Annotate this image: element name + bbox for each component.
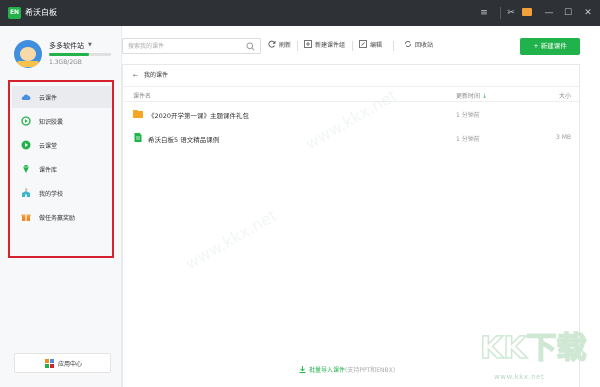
storage-text: 1.3GB/2GB bbox=[49, 59, 82, 66]
message-icon[interactable] bbox=[522, 8, 532, 16]
folder-icon bbox=[133, 110, 143, 118]
edit-label: 编辑 bbox=[370, 42, 383, 49]
username[interactable]: 多多软件站 bbox=[49, 41, 84, 51]
play-circle-icon bbox=[21, 140, 31, 150]
batch-import-label: 批量导入课件 bbox=[309, 367, 346, 374]
capsule-icon bbox=[21, 116, 31, 126]
app-title: 希沃白板 bbox=[25, 8, 57, 17]
column-header-time-label: 更新时间 bbox=[456, 93, 481, 100]
back-arrow-icon[interactable]: ← bbox=[133, 72, 138, 79]
document-icon bbox=[134, 133, 142, 142]
new-group-label: 新建课件组 bbox=[315, 42, 346, 49]
storage-bar-fill bbox=[49, 53, 90, 56]
maximize-icon[interactable]: ☐ bbox=[560, 5, 576, 21]
new-group-icon bbox=[304, 40, 312, 48]
watermark-logo-text: KK下载 bbox=[480, 331, 587, 366]
sidebar-item-label: 知识胶囊 bbox=[39, 119, 64, 126]
storage-bar bbox=[49, 53, 111, 56]
search-box[interactable] bbox=[122, 38, 261, 54]
sidebar-item-my-school[interactable]: 我的学校 bbox=[12, 182, 112, 204]
refresh-label: 刷新 bbox=[279, 42, 292, 49]
titlebar-divider bbox=[500, 7, 501, 19]
breadcrumb-label[interactable]: 我的课件 bbox=[144, 72, 168, 79]
gift-icon bbox=[21, 214, 31, 221]
sidebar-item-cloud-courseware[interactable]: 云课件 bbox=[12, 86, 112, 108]
column-header-time[interactable]: 更新时间 ↓ bbox=[456, 91, 487, 100]
sidebar: 多多软件站 ▼ 1.3GB/2GB 云课件 知识胶囊 云课堂 课件库 我的学校 … bbox=[0, 26, 122, 387]
edit-button[interactable]: 编辑 bbox=[359, 40, 382, 52]
chevron-down-icon[interactable]: ▼ bbox=[88, 42, 92, 48]
refresh-button[interactable]: 刷新 bbox=[268, 40, 291, 52]
sidebar-item-cloud-class[interactable]: 云课堂 bbox=[12, 134, 112, 156]
batch-import-link[interactable]: 批量导入课件(支持PPT和ENBX) bbox=[299, 365, 395, 374]
batch-import-hint: (支持PPT和ENBX) bbox=[345, 367, 396, 374]
diamond-icon bbox=[23, 165, 29, 173]
scissors-icon[interactable]: ✂ bbox=[503, 5, 519, 21]
import-icon bbox=[299, 366, 306, 373]
new-group-button[interactable]: 新建课件组 bbox=[304, 40, 345, 52]
close-icon[interactable]: ✕ bbox=[580, 5, 596, 21]
column-header-size[interactable]: 大小 bbox=[543, 91, 571, 100]
avatar[interactable] bbox=[14, 40, 42, 68]
title-bar: EN 希沃白板 ≡ ✂ — ☐ ✕ bbox=[0, 0, 600, 26]
sidebar-item-label: 课件库 bbox=[39, 167, 58, 174]
search-input[interactable] bbox=[128, 41, 238, 51]
sidebar-item-knowledge-capsule[interactable]: 知识胶囊 bbox=[12, 110, 112, 132]
breadcrumb: ← 我的课件 bbox=[133, 71, 168, 81]
sidebar-item-label: 我的学校 bbox=[39, 191, 64, 198]
sidebar-item-label: 做任务赢奖励 bbox=[39, 215, 76, 222]
search-icon[interactable] bbox=[246, 42, 255, 51]
sidebar-item-label: 云课堂 bbox=[39, 143, 58, 150]
cloud-icon bbox=[21, 94, 31, 101]
nav-highlight-box: 云课件 知识胶囊 云课堂 课件库 我的学校 做任务赢奖励 bbox=[8, 80, 114, 258]
file-name: 希沃白板5 语文精品课例 bbox=[148, 136, 220, 144]
recycle-bin-button[interactable]: 回收站 bbox=[404, 40, 433, 52]
app-center-label: 应用中心 bbox=[58, 361, 83, 368]
app-center-button[interactable]: 应用中心 bbox=[14, 353, 111, 373]
list-header: 课件名 更新时间 ↓ 大小 bbox=[123, 86, 579, 102]
toolbar-divider bbox=[393, 41, 394, 51]
menu-icon[interactable]: ≡ bbox=[476, 5, 492, 21]
column-header-name[interactable]: 课件名 bbox=[133, 91, 151, 100]
app-grid-icon bbox=[45, 359, 54, 368]
file-name: 《2020开学第一课》主题课件礼包 bbox=[148, 112, 250, 120]
recycle-bin-label: 回收站 bbox=[415, 42, 434, 49]
new-courseware-button[interactable]: + 新建课件 bbox=[520, 38, 580, 55]
sort-down-icon: ↓ bbox=[481, 93, 487, 100]
watermark-logo: KK下载 bbox=[479, 330, 587, 366]
file-time: 1 分钟前 bbox=[456, 112, 480, 119]
sidebar-item-tasks-rewards[interactable]: 做任务赢奖励 bbox=[12, 206, 112, 228]
refresh-icon bbox=[268, 40, 276, 48]
file-time: 1 分钟前 bbox=[456, 136, 480, 143]
toolbar-divider bbox=[352, 41, 353, 51]
app-logo-icon: EN bbox=[8, 7, 21, 19]
avatar-badge bbox=[17, 61, 39, 67]
school-icon bbox=[22, 188, 30, 197]
file-size: 3 MB bbox=[555, 134, 571, 141]
avatar-face bbox=[20, 47, 36, 61]
edit-icon bbox=[359, 40, 367, 48]
recycle-icon bbox=[405, 41, 411, 47]
minimize-icon[interactable]: — bbox=[541, 5, 557, 21]
toolbar-divider bbox=[297, 41, 298, 51]
watermark-url: www.kkx.net bbox=[494, 373, 545, 381]
sidebar-item-courseware-library[interactable]: 课件库 bbox=[12, 158, 112, 180]
sidebar-item-label: 云课件 bbox=[39, 95, 58, 102]
